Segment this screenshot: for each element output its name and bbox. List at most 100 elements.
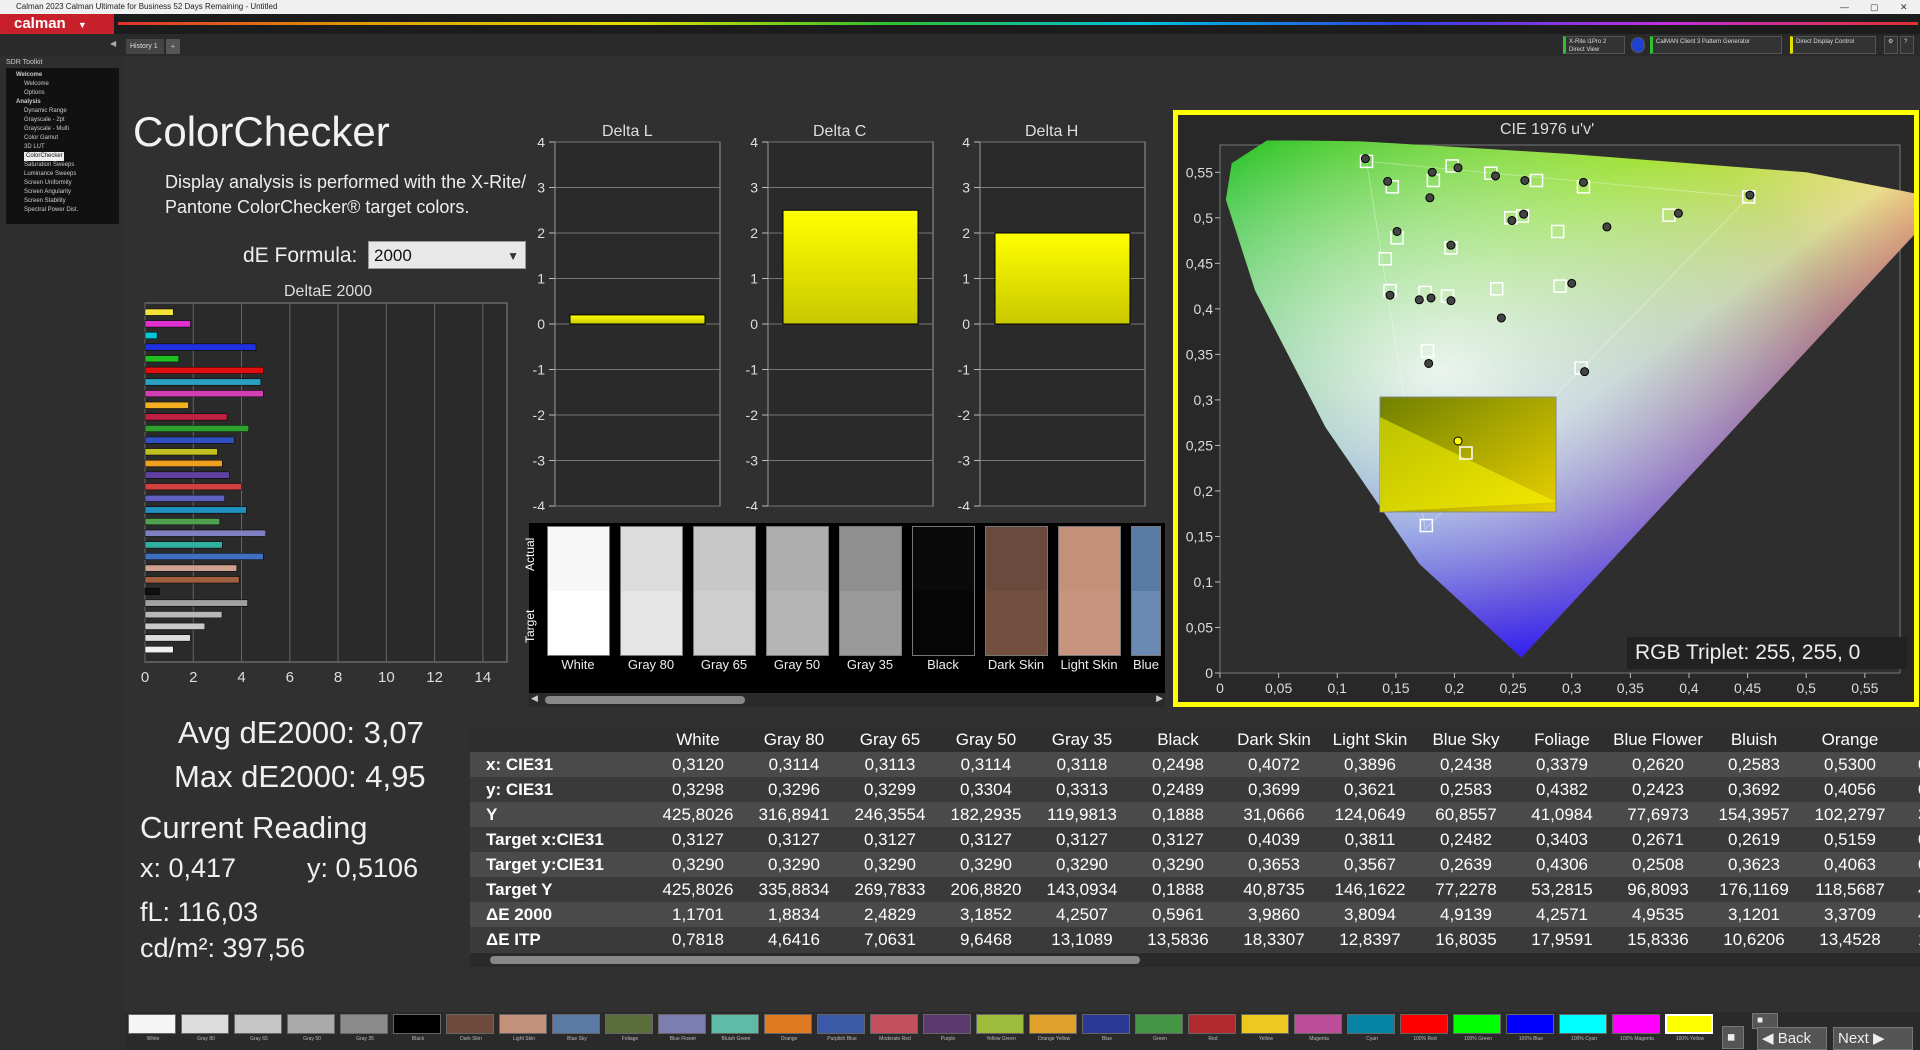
color-swatch[interactable] (711, 1014, 759, 1034)
minimize-icon[interactable]: — (1840, 0, 1849, 14)
color-swatch[interactable] (1665, 1014, 1713, 1034)
table-cell: 13,5836 (1147, 930, 1209, 949)
sidebar-item[interactable]: Welcome (10, 71, 115, 80)
sidebar-item[interactable]: Luminance Sweeps (10, 170, 115, 179)
tab-history-1[interactable]: History 1 (126, 39, 164, 54)
help-icon[interactable]: ? (1900, 36, 1914, 54)
color-swatch[interactable] (181, 1014, 229, 1034)
table-cell: 206,8820 (950, 880, 1022, 899)
color-swatch[interactable] (1135, 1014, 1183, 1034)
color-swatch[interactable] (976, 1014, 1024, 1034)
meter-device-button[interactable]: X-Rite i1Pro 2 Direct View (1563, 36, 1625, 54)
tick-label: 1 (962, 271, 970, 287)
sidebar-item[interactable]: 3D LUT (10, 143, 115, 152)
tick-label: -4 (958, 498, 971, 510)
color-swatch[interactable] (234, 1014, 282, 1034)
color-swatch[interactable] (446, 1014, 494, 1034)
calman-logo[interactable]: calman ▼ (0, 14, 114, 34)
settings-icon[interactable]: ⚙ (1884, 36, 1898, 54)
color-swatch[interactable] (552, 1014, 600, 1034)
scroll-thumb[interactable] (545, 696, 745, 704)
swatch-compare (985, 526, 1048, 656)
page-description: Display analysis is performed with the X… (165, 172, 527, 217)
tick-label: 0 (141, 669, 149, 686)
color-swatch[interactable] (1612, 1014, 1660, 1034)
scroll-thumb[interactable] (490, 956, 1140, 964)
color-swatch[interactable] (393, 1014, 441, 1034)
sidebar-item[interactable]: Grayscale - Multi (10, 125, 115, 134)
column-header: Gray 65 (859, 730, 921, 749)
color-swatch[interactable] (499, 1014, 547, 1034)
table-cell: 0,3296 (768, 780, 820, 799)
swatch-scrollbar[interactable]: ◀ ▶ (529, 693, 1165, 707)
table-cell: 425,8026 (662, 880, 734, 899)
back-button[interactable]: ◀ Back (1757, 1027, 1827, 1050)
table-cell: 269,7833 (854, 880, 926, 899)
color-swatch[interactable] (764, 1014, 812, 1034)
pattern-generator-button[interactable]: CalMAN Client 3 Pattern Generator (1650, 36, 1782, 54)
color-swatch[interactable] (1453, 1014, 1501, 1034)
table-cell: 0,3290 (768, 855, 820, 874)
table-cell: 16,8035 (1435, 930, 1497, 949)
tick-label: 0,35 (1186, 346, 1213, 362)
sidebar-item[interactable]: Screen Angularity (10, 188, 115, 197)
sidebar-item[interactable]: Analysis (10, 98, 115, 107)
tick-label: 0,4 (1679, 680, 1699, 696)
table-cell: 119,9813 (1047, 805, 1117, 824)
color-swatch[interactable] (1347, 1014, 1395, 1034)
display-control-button[interactable]: Direct Display Control (1790, 36, 1876, 54)
color-swatch[interactable] (817, 1014, 865, 1034)
tick-label: 3 (750, 180, 758, 196)
swatch-name: Blue (1133, 657, 1160, 672)
color-swatch[interactable] (658, 1014, 706, 1034)
tick-label: -1 (958, 362, 971, 378)
tick-label: -1 (746, 362, 759, 378)
table-cell: 0,2482 (1440, 830, 1492, 849)
sidebar-item[interactable]: Welcome (10, 80, 115, 89)
table-scrollbar[interactable] (470, 953, 1920, 967)
table-cell: 335,8834 (758, 880, 830, 899)
bar (144, 587, 160, 595)
color-swatch[interactable] (870, 1014, 918, 1034)
color-swatch[interactable] (1294, 1014, 1342, 1034)
sidebar-item[interactable]: ColorChecker (24, 152, 64, 161)
close-icon[interactable]: ✕ (1900, 0, 1908, 14)
sidebar-item[interactable]: Grayscale - 2pt (10, 116, 115, 125)
color-swatch[interactable] (1082, 1014, 1130, 1034)
color-swatch[interactable] (1029, 1014, 1077, 1034)
color-swatch[interactable] (1188, 1014, 1236, 1034)
color-swatch[interactable] (1400, 1014, 1448, 1034)
color-swatch[interactable] (923, 1014, 971, 1034)
bar (144, 634, 191, 642)
collapse-sidebar-icon[interactable]: ◀ (110, 39, 116, 48)
color-swatch[interactable] (128, 1014, 176, 1034)
color-swatch[interactable] (1241, 1014, 1289, 1034)
sidebar-item[interactable]: Options (10, 89, 115, 98)
color-swatch[interactable] (1559, 1014, 1607, 1034)
table-cell: 4,6416 (768, 930, 820, 949)
sidebar-item[interactable]: Spectral Power Dist. (10, 206, 115, 215)
color-swatch[interactable] (605, 1014, 653, 1034)
tick-label: 4 (537, 138, 545, 150)
actual-marker (1507, 216, 1517, 226)
color-swatch[interactable] (1506, 1014, 1554, 1034)
next-button[interactable]: Next ▶ (1833, 1027, 1913, 1050)
formula-select[interactable]: 2000 ▼ (368, 241, 526, 269)
sidebar-item[interactable]: Screen Uniformity (10, 179, 115, 188)
table-cell: 0,3896 (1344, 755, 1396, 774)
sidebar-item[interactable]: Screen Stability (10, 197, 115, 206)
swatch-label: White (146, 1036, 160, 1042)
color-swatch[interactable] (340, 1014, 388, 1034)
maximize-icon[interactable]: ▢ (1870, 0, 1879, 14)
add-tab-button[interactable]: + (166, 39, 180, 54)
tick-label: 0,55 (1851, 680, 1878, 696)
color-swatch[interactable] (287, 1014, 335, 1034)
tick-label: 2 (962, 225, 970, 241)
sidebar-item[interactable]: Color Gamut (10, 134, 115, 143)
swatch-name: Gray 65 (700, 657, 748, 672)
bar (144, 378, 262, 386)
sidebar-item[interactable]: Saturation Sweeps (10, 161, 115, 170)
record-icon[interactable]: ◼ (1722, 1026, 1744, 1049)
sidebar-item[interactable]: Dynamic Range (10, 107, 115, 116)
table-cell: 4,2507 (1056, 905, 1108, 924)
